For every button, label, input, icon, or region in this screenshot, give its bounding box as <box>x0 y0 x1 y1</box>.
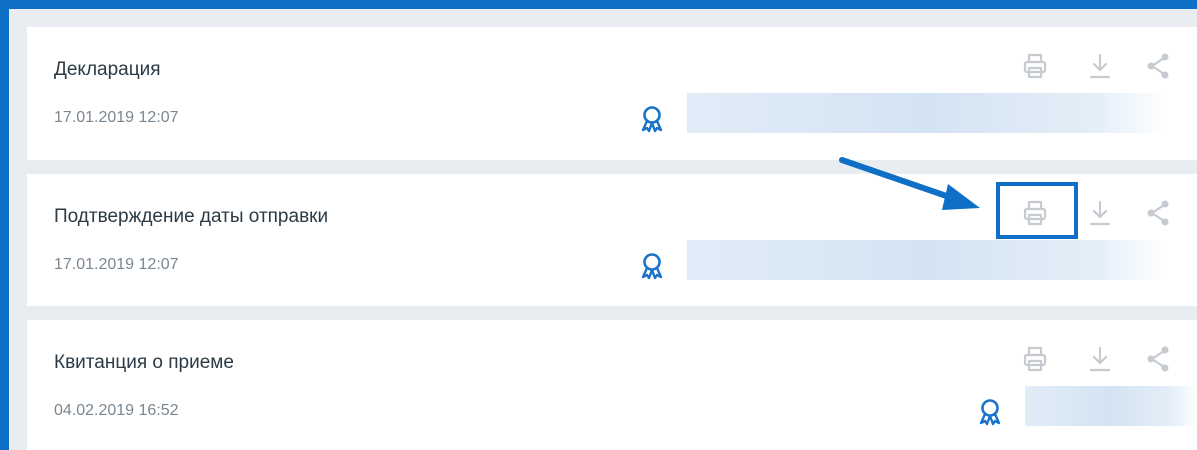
printer-icon <box>1023 53 1047 79</box>
print-button[interactable] <box>1020 344 1050 374</box>
download-button[interactable] <box>1085 51 1115 81</box>
document-card: Декларация 17.01.2019 12:07 <box>27 27 1197 160</box>
signature-award-icon <box>639 252 665 280</box>
printer-icon <box>1023 346 1047 372</box>
download-icon <box>1089 200 1111 226</box>
download-icon <box>1089 53 1111 79</box>
download-icon <box>1089 346 1111 372</box>
signature-award-icon <box>977 398 1003 426</box>
document-title[interactable]: Подтверждение даты отправки <box>54 206 328 228</box>
annotation-arrow <box>839 157 980 210</box>
signature-info <box>1025 386 1197 426</box>
download-button[interactable] <box>1085 198 1115 228</box>
print-highlight-box <box>996 182 1078 239</box>
document-date: 04.02.2019 16:52 <box>54 402 179 419</box>
share-icon <box>1147 53 1169 79</box>
download-button[interactable] <box>1085 344 1115 374</box>
share-icon <box>1147 200 1169 226</box>
document-title[interactable]: Декларация <box>54 59 161 81</box>
share-button[interactable] <box>1143 344 1173 374</box>
print-button[interactable] <box>1020 51 1050 81</box>
share-button[interactable] <box>1143 198 1173 228</box>
share-icon <box>1147 346 1169 372</box>
signature-award-icon <box>639 105 665 133</box>
signature-info <box>687 240 1169 280</box>
document-date: 17.01.2019 12:07 <box>54 256 179 273</box>
signature-info <box>687 93 1169 133</box>
document-card: Квитанция о приеме 04.02.2019 16:52 <box>27 320 1197 450</box>
document-title[interactable]: Квитанция о приеме <box>54 352 234 374</box>
share-button[interactable] <box>1143 51 1173 81</box>
document-date: 17.01.2019 12:07 <box>54 109 179 126</box>
